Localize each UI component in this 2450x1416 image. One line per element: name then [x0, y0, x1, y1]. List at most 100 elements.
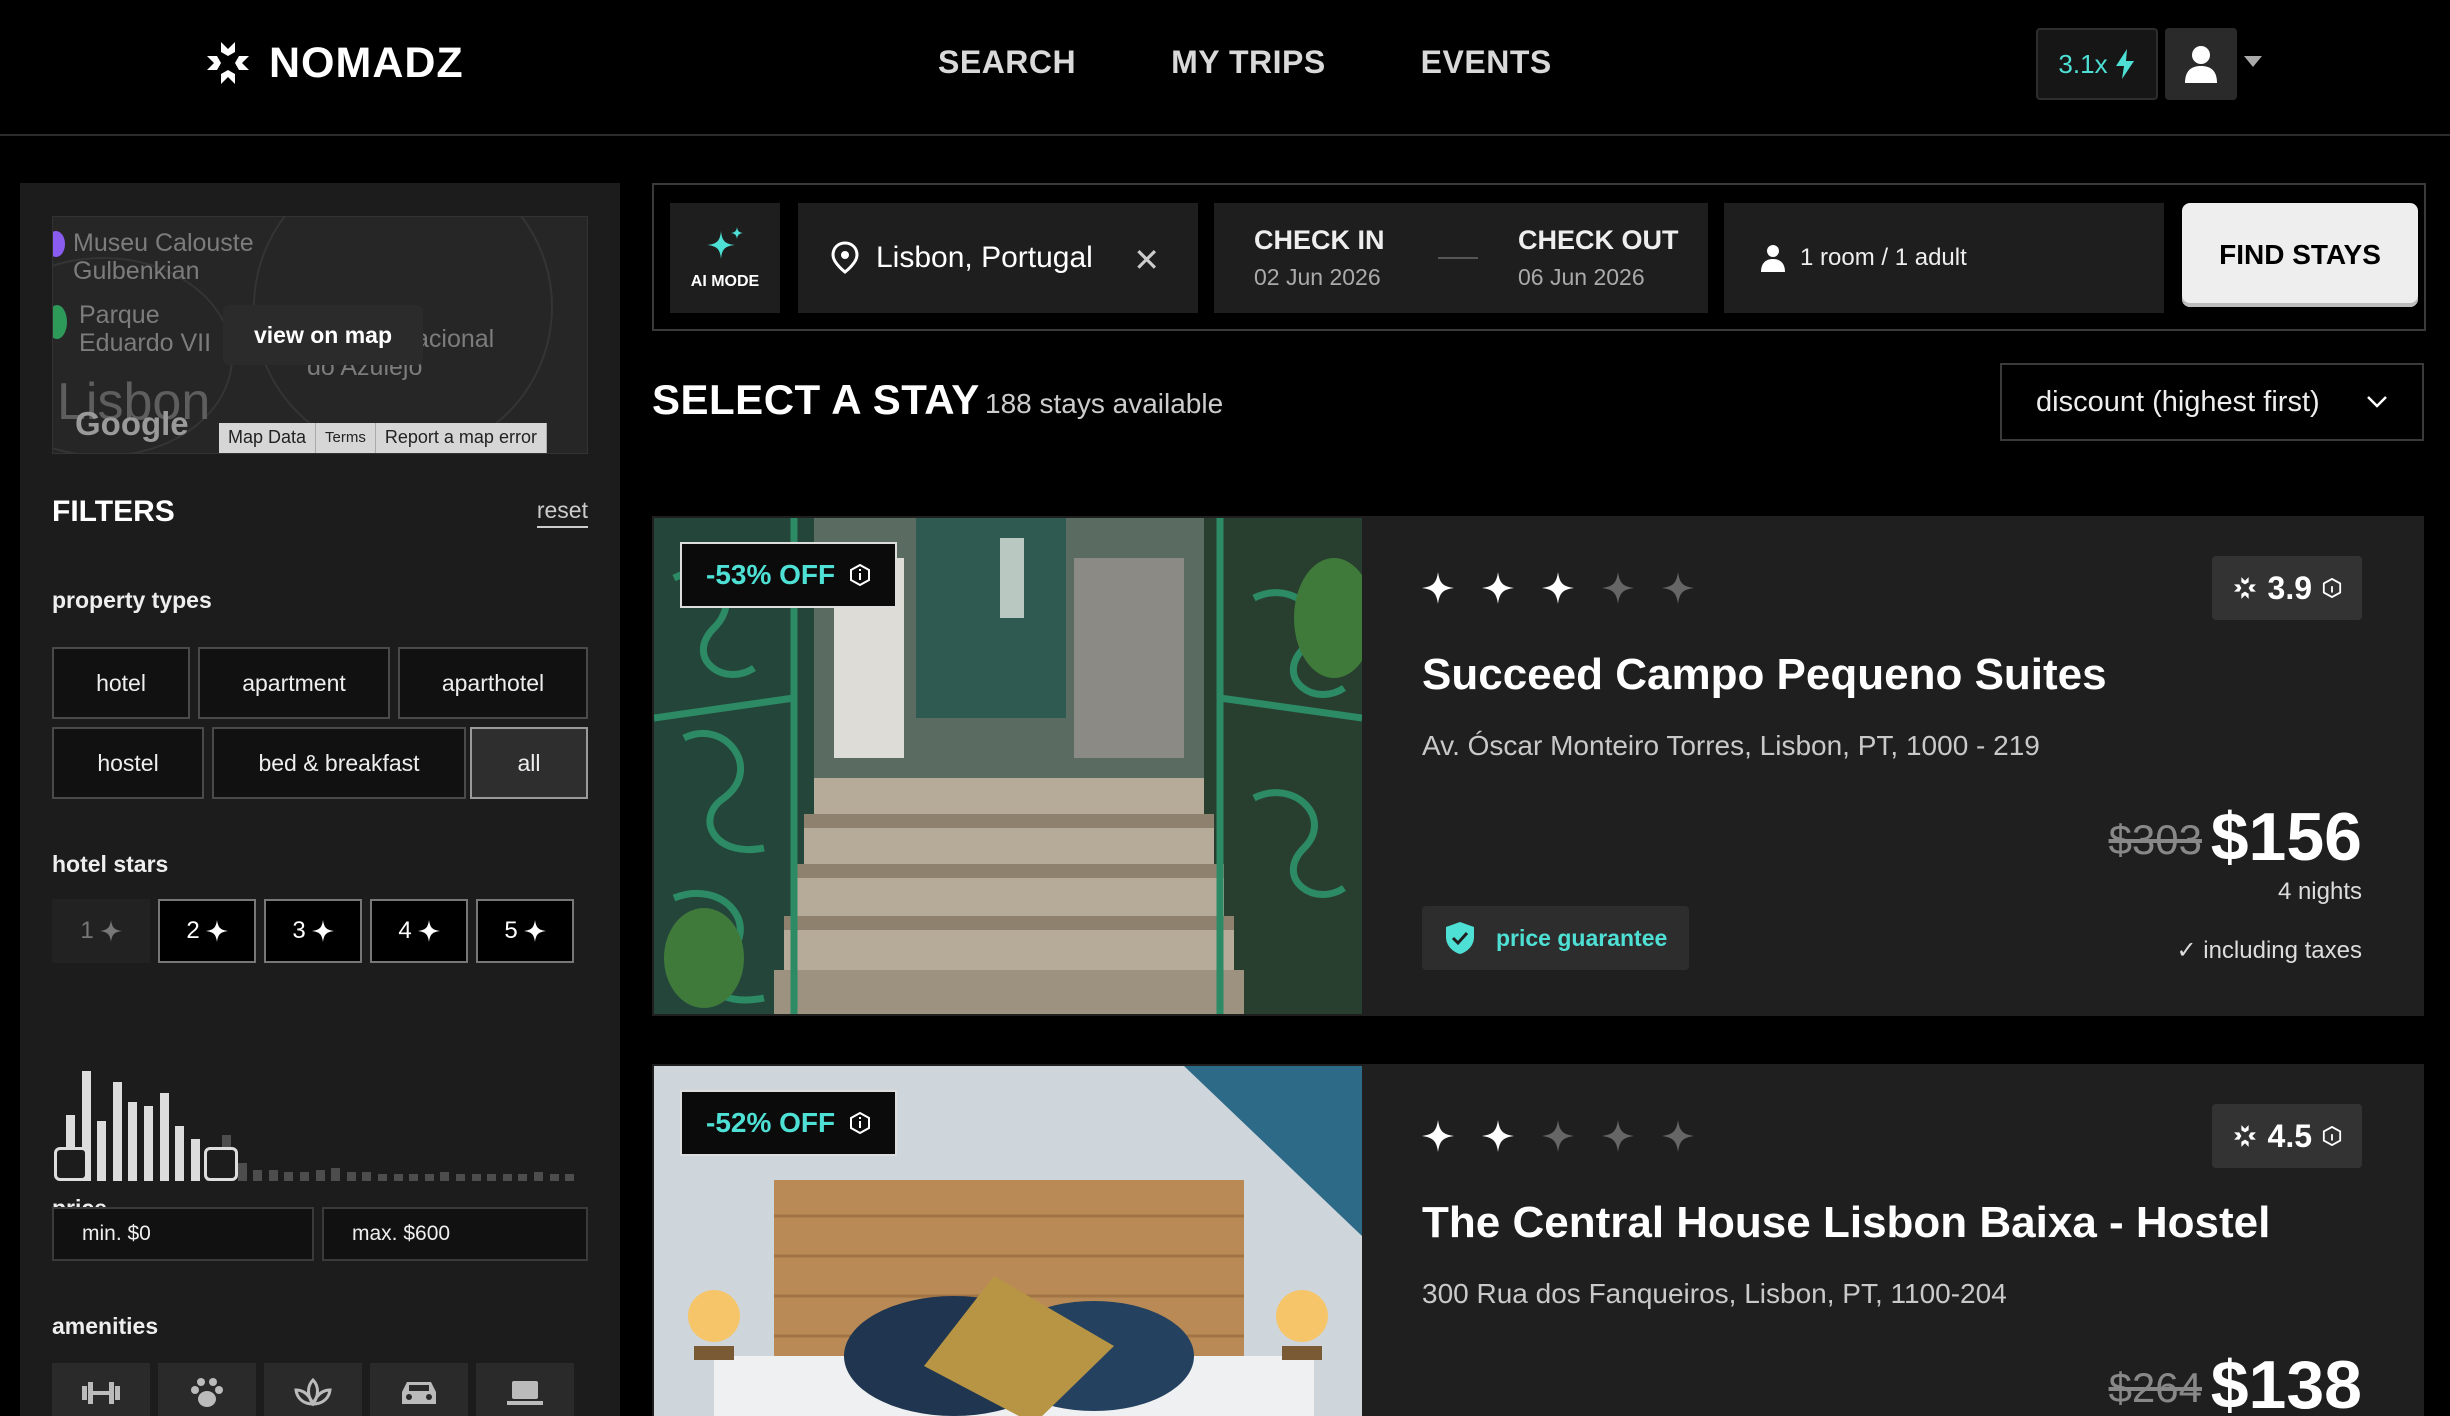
check-out-label: CHECK OUT: [1518, 225, 1679, 255]
star-icon: [205, 920, 228, 942]
nomadz-rating-badge[interactable]: 4.5: [2211, 1104, 2362, 1168]
amenity-pets[interactable]: [158, 1363, 256, 1416]
nav-search[interactable]: SEARCH: [938, 44, 1076, 81]
price-guarantee-label: price guarantee: [1496, 924, 1668, 951]
sort-value: discount (highest first): [2036, 385, 2320, 418]
histogram-bar: [112, 1082, 122, 1181]
histogram-bar: [378, 1174, 387, 1181]
property-type-aparthotel[interactable]: aparthotel: [398, 647, 588, 719]
map-label: Museu Calouste: [73, 229, 254, 257]
sort-dropdown[interactable]: discount (highest first): [2000, 363, 2424, 441]
histogram-bar: [471, 1174, 481, 1181]
stay-name[interactable]: The Central House Lisbon Baixa - Hostel: [1422, 1198, 2270, 1248]
price-min-handle[interactable]: [54, 1147, 88, 1181]
clear-location-icon[interactable]: ✕: [1133, 241, 1160, 279]
ai-mode-toggle[interactable]: AI MODE: [670, 203, 780, 313]
map-preview[interactable]: Museu Calouste Gulbenkian Parque Eduardo…: [52, 216, 588, 454]
location-field[interactable]: Lisbon, Portugal ✕: [798, 203, 1198, 313]
check-in-label: CHECK IN: [1254, 225, 1385, 255]
property-type-bed-and-breakfast[interactable]: bed & breakfast: [212, 727, 466, 799]
star-filter-1[interactable]: 1: [52, 899, 150, 963]
map-report-link[interactable]: Report a map error: [376, 423, 547, 453]
person-icon: [1761, 245, 1785, 272]
lightning-icon: [2115, 49, 2134, 79]
nav-my-trips[interactable]: MY TRIPS: [1171, 44, 1326, 81]
star-filter-value: 2: [186, 917, 200, 944]
account-dropdown-caret-icon[interactable]: [2244, 56, 2262, 67]
stay-card[interactable]: -53% OFF 3.9 Succeed Campo Pequeno Suite…: [652, 516, 2424, 1016]
amenity-workspace[interactable]: [476, 1363, 574, 1416]
amenity-parking[interactable]: [370, 1363, 468, 1416]
histogram-bar: [565, 1174, 575, 1181]
find-stays-button[interactable]: FIND STAYS: [2182, 203, 2418, 307]
stay-name[interactable]: Succeed Campo Pequeno Suites: [1422, 650, 2107, 700]
check-in-field[interactable]: CHECK IN 02 Jun 2026: [1254, 225, 1385, 291]
stay-photo[interactable]: -52% OFF: [654, 1066, 1362, 1416]
star-filter-3[interactable]: 3: [264, 899, 362, 963]
location-pin-icon: [831, 241, 859, 274]
spa-icon: [294, 1378, 332, 1407]
star-empty-icon: [1662, 572, 1694, 604]
histogram-bar: [97, 1120, 107, 1181]
histogram-bar: [487, 1174, 497, 1181]
star-empty-icon: [1602, 572, 1634, 604]
user-icon: [2185, 46, 2217, 83]
check-out-value: 06 Jun 2026: [1518, 264, 1645, 290]
chevron-down-icon: [2367, 396, 2387, 408]
star-empty-icon: [1602, 1120, 1634, 1152]
star-icon: [523, 920, 546, 942]
histogram-bar: [456, 1174, 465, 1181]
info-icon: [850, 564, 871, 586]
property-type-all[interactable]: all: [470, 727, 588, 799]
histogram-bar: [144, 1106, 153, 1181]
stay-address: Av. Óscar Monteiro Torres, Lisbon, PT, 1…: [1422, 730, 2040, 761]
guests-value: 1 room / 1 adult: [1800, 244, 1967, 271]
guests-field[interactable]: 1 room / 1 adult: [1724, 203, 2164, 313]
page-title: SELECT A STAY: [652, 376, 980, 423]
nav-events[interactable]: EVENTS: [1421, 44, 1552, 81]
nomadz-logo-icon: [2233, 577, 2256, 599]
google-logo: Google: [75, 405, 189, 442]
price-max-handle[interactable]: [204, 1147, 238, 1181]
property-type-hotel[interactable]: hotel: [52, 647, 190, 719]
results-count: 188 stays available: [985, 388, 1224, 419]
price-min-field[interactable]: min. $0: [52, 1207, 314, 1261]
museum-pin-icon: [53, 231, 65, 257]
amenity-gym[interactable]: [52, 1363, 150, 1416]
stay-card[interactable]: -52% OFF 4.5 The Central House Lisbon Ba…: [652, 1064, 2424, 1416]
property-type-hostel[interactable]: hostel: [52, 727, 204, 799]
price-guarantee-badge[interactable]: price guarantee: [1422, 906, 1690, 970]
user-avatar-button[interactable]: [2165, 28, 2237, 100]
check-in-value: 02 Jun 2026: [1254, 264, 1381, 290]
map-label: Parque: [79, 301, 160, 329]
star-empty-icon: [1662, 1120, 1694, 1152]
star-filled-icon: [1422, 1120, 1454, 1152]
car-icon: [402, 1382, 436, 1404]
brand-logo[interactable]: NOMADZ: [203, 38, 464, 88]
dumbbell-icon: [82, 1382, 120, 1404]
reset-filters-link[interactable]: reset: [536, 497, 588, 528]
boost-multiplier-button[interactable]: 3.1x: [2036, 28, 2158, 100]
discount-badge[interactable]: -53% OFF: [680, 542, 898, 608]
histogram-bar: [300, 1172, 309, 1181]
property-type-apartment[interactable]: apartment: [198, 647, 390, 719]
price-histogram: [66, 1063, 586, 1181]
date-range-picker[interactable]: CHECK IN 02 Jun 2026 CHECK OUT 06 Jun 20…: [1214, 203, 1708, 313]
star-filter-2[interactable]: 2: [158, 899, 256, 963]
map-terms-link[interactable]: Terms: [316, 423, 376, 453]
amenity-spa[interactable]: [264, 1363, 362, 1416]
star-filter-value: 4: [398, 917, 412, 944]
stay-address: 300 Rua dos Fanqueiros, Lisbon, PT, 1100…: [1422, 1278, 2007, 1309]
ai-mode-label: AI MODE: [690, 273, 760, 290]
view-on-map-button[interactable]: view on map: [223, 305, 423, 365]
star-rating: [1422, 572, 1694, 604]
discount-badge[interactable]: -52% OFF: [680, 1090, 898, 1156]
star-filter-4[interactable]: 4: [370, 899, 468, 963]
nomadz-rating-badge[interactable]: 3.9: [2211, 556, 2362, 620]
map-data-link[interactable]: Map Data: [219, 423, 317, 453]
check-out-field[interactable]: CHECK OUT 06 Jun 2026: [1518, 225, 1679, 291]
price-max-field[interactable]: max. $600: [322, 1207, 588, 1261]
stay-photo[interactable]: -53% OFF: [654, 518, 1362, 1014]
laptop-icon: [507, 1381, 543, 1405]
star-filter-5[interactable]: 5: [476, 899, 574, 963]
